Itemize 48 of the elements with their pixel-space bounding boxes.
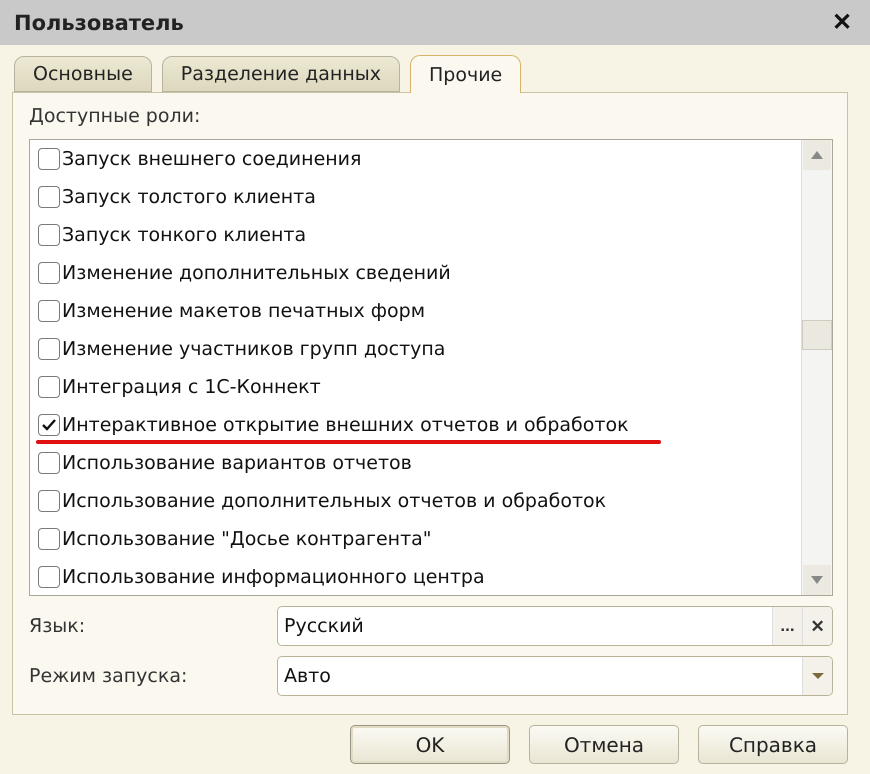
window-title: Пользователь [14,10,184,34]
scroll-up-button[interactable] [803,140,831,170]
dialog-button[interactable]: Отмена [529,725,679,764]
field-label: Режим запуска: [29,665,188,687]
dropdown-button[interactable] [802,657,832,695]
role-label: Запуск толстого клиента [62,186,316,208]
role-label: Изменение макетов печатных форм [62,300,426,322]
role-label: Запуск тонкого клиента [62,224,306,246]
tab[interactable]: Разделение данных [162,56,400,92]
role-label: Использование вариантов отчетов [62,452,412,474]
role-label: Использование дополнительных отчетов и обработок [62,490,606,512]
checkbox[interactable] [38,338,60,360]
caret-icon [810,672,824,680]
role-label: Использование "Досье контрагента" [62,528,432,550]
checkbox[interactable] [38,148,60,170]
scroll-down-button[interactable] [803,565,831,595]
scroll-thumb[interactable] [802,320,832,350]
check-icon [41,418,57,432]
checkbox[interactable] [38,414,60,436]
up-arrow-icon [810,150,824,160]
checkbox[interactable] [38,262,60,284]
select-button[interactable]: ... [772,607,802,645]
role-label: Запуск внешнего соединения [62,148,362,170]
role-label: Интерактивное открытие внешних отчетов и обработок [62,414,629,436]
scrollbar[interactable] [801,140,832,595]
text-input[interactable]: Русский [278,607,772,645]
checkbox[interactable] [38,224,60,246]
checkbox[interactable] [38,186,60,208]
role-label: Интеграция с 1С-Коннект [62,376,321,398]
input-field[interactable]: Русский ... ✕ [277,606,833,646]
checkbox[interactable] [38,452,60,474]
role-label: Использование информационного центра [62,566,485,588]
tab[interactable]: Основные [14,56,152,92]
checkbox[interactable] [38,566,60,588]
down-arrow-icon [810,575,824,585]
checkbox[interactable] [38,376,60,398]
roles-label: Доступные роли: [29,105,202,127]
field-label: Язык: [29,615,86,637]
checkbox[interactable] [38,300,60,322]
checkbox[interactable] [38,490,60,512]
checkbox[interactable] [38,528,60,550]
role-label: Изменение участников групп доступа [62,338,446,360]
dialog-button[interactable]: Справка [698,725,848,764]
tab[interactable]: Прочие [410,55,522,93]
close-button[interactable]: ✕ [828,8,856,37]
clear-button[interactable]: ✕ [802,607,832,645]
role-label: Изменение дополнительных сведений [62,262,451,284]
dialog-button[interactable]: OK [350,725,510,764]
